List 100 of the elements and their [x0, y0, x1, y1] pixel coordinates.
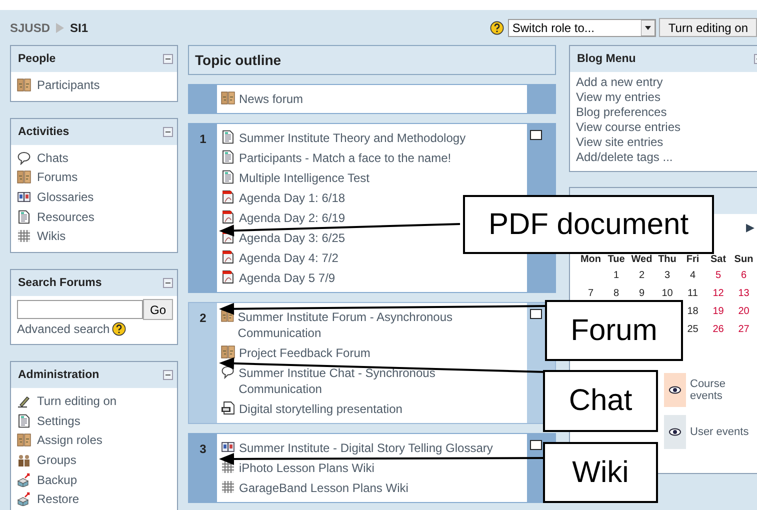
- breadcrumb-current: SI1: [70, 20, 88, 34]
- activity-link[interactable]: Agenda Day 4: 7/2: [221, 250, 338, 266]
- activity-link[interactable]: Multiple Intelligence Test: [221, 170, 370, 186]
- highlight-toggle[interactable]: [530, 309, 542, 319]
- calendar-day[interactable]: 20: [731, 306, 756, 319]
- pencil-icon: [17, 394, 31, 408]
- calendar-day[interactable]: 18: [680, 306, 706, 319]
- collapse-icon[interactable]: [163, 126, 173, 137]
- calendar-day[interactable]: 7: [578, 288, 604, 301]
- collapse-icon[interactable]: [163, 54, 173, 64]
- legend-swatch[interactable]: [664, 415, 686, 449]
- legend-swatch[interactable]: [664, 373, 686, 407]
- activity-link[interactable]: Agenda Day 5 7/9: [221, 270, 336, 286]
- help-icon[interactable]: [490, 20, 504, 34]
- calendar-day[interactable]: 12: [706, 288, 731, 301]
- document-icon: [221, 150, 235, 164]
- pdf-icon: [221, 210, 235, 224]
- activity-link[interactable]: Digital storytelling presentation: [221, 401, 402, 417]
- book-icon: [221, 440, 235, 454]
- activity-link[interactable]: GarageBand Lesson Plans Wiki: [221, 480, 408, 496]
- block-link[interactable]: Glossaries: [17, 187, 173, 207]
- role-select[interactable]: Switch role to...: [508, 18, 656, 36]
- calendar-day[interactable]: 9: [629, 288, 654, 301]
- block-link[interactable]: Assign roles: [17, 430, 173, 450]
- blog-link[interactable]: View my entries: [576, 90, 757, 105]
- block-link[interactable]: Turn editing on: [17, 391, 173, 411]
- weekday-label: Thu: [657, 254, 678, 265]
- calendar-day[interactable]: 25: [680, 324, 706, 337]
- pdf-icon: [221, 270, 235, 284]
- block-link[interactable]: Backup: [17, 470, 173, 490]
- topic-outline-title: Topic outline: [188, 45, 556, 75]
- legend-label: User events: [690, 426, 750, 438]
- callout-label: PDF document: [463, 195, 714, 254]
- block-link[interactable]: Chats: [17, 148, 173, 168]
- block-title: Activities: [18, 126, 70, 138]
- calendar-day[interactable]: 19: [706, 306, 731, 319]
- calendar-day[interactable]: 8: [604, 288, 629, 301]
- turn-editing-on-button[interactable]: Turn editing on: [659, 18, 757, 37]
- activity-link[interactable]: Project Feedback Forum: [221, 345, 370, 361]
- pdf-icon: [221, 250, 235, 264]
- activity-link[interactable]: Agenda Day 1: 6/18: [221, 190, 346, 206]
- advanced-search-link[interactable]: Advanced search: [17, 322, 126, 336]
- legend-label: Course events: [690, 378, 726, 402]
- callout-label: Forum: [545, 300, 683, 361]
- group-icon: [17, 453, 31, 468]
- calendar-day[interactable]: 26: [706, 324, 731, 337]
- activity-link[interactable]: Summer Institute - Digital Story Telling Glossary: [221, 440, 493, 456]
- media-file-icon: [221, 401, 235, 415]
- highlight-toggle[interactable]: [530, 130, 542, 140]
- document-icon: [17, 210, 31, 224]
- next-month-link[interactable]: ▶: [746, 220, 754, 234]
- blog-link[interactable]: View site entries: [576, 135, 757, 150]
- activity-link[interactable]: Summer Institute Theory and Methodology: [221, 130, 466, 146]
- activity-link[interactable]: Agenda Day 2: 6/19: [221, 210, 346, 226]
- weekday-label: Mon: [579, 254, 602, 265]
- weekday-label: Sat: [709, 254, 728, 265]
- calendar-day[interactable]: 11: [680, 288, 706, 301]
- calendar-day[interactable]: 13: [731, 288, 756, 301]
- collapse-icon[interactable]: [163, 278, 173, 288]
- grid-icon: [221, 480, 235, 494]
- help-icon[interactable]: [112, 322, 126, 336]
- block-title: Administration: [18, 369, 100, 382]
- blog-link[interactable]: Add a new entry: [576, 75, 757, 90]
- blog-link[interactable]: Blog preferences: [576, 105, 757, 120]
- calendar-day[interactable]: 6: [731, 270, 756, 283]
- block-link[interactable]: Forums: [17, 167, 173, 188]
- calendar-day[interactable]: 27: [731, 324, 756, 337]
- activity-link[interactable]: Summer Institue Chat - Synchronous Communication: [221, 365, 513, 397]
- block-link[interactable]: Groups: [17, 450, 173, 470]
- go-button[interactable]: Go: [143, 299, 174, 320]
- weekday-label: Wed: [630, 254, 654, 265]
- block-link[interactable]: Settings: [17, 410, 173, 430]
- grid-icon: [17, 229, 31, 244]
- document-icon: [221, 130, 235, 144]
- dropdown-icon: [641, 20, 656, 36]
- activity-link[interactable]: Participants - Match a face to the name!: [221, 150, 452, 166]
- calendar-day[interactable]: 2: [629, 270, 654, 283]
- calendar-day[interactable]: 10: [654, 288, 680, 301]
- block-link[interactable]: Restore: [17, 490, 173, 510]
- activity-link[interactable]: News forum: [221, 91, 304, 107]
- block-link[interactable]: Wikis: [17, 226, 173, 246]
- document-icon: [221, 170, 235, 184]
- speech-bubble-icon: [17, 150, 31, 165]
- search-field[interactable]: [17, 300, 143, 320]
- eye-icon: [669, 386, 681, 394]
- collapse-icon[interactable]: [163, 370, 173, 380]
- calendar-day[interactable]: 4: [680, 270, 706, 283]
- box-icon: [17, 472, 31, 487]
- eye-icon: [669, 428, 681, 436]
- calendar-day[interactable]: 3: [654, 270, 680, 283]
- block-link[interactable]: Resources: [17, 206, 173, 226]
- document-icon: [17, 414, 31, 428]
- speech-bubble-icon: [221, 365, 235, 379]
- highlight-toggle[interactable]: [530, 440, 542, 450]
- block-link[interactable]: Participants: [17, 75, 173, 95]
- calendar-day[interactable]: 1: [604, 270, 629, 283]
- breadcrumb-link[interactable]: SJUSD: [10, 20, 50, 34]
- blog-link[interactable]: Add/delete tags ...: [576, 150, 757, 165]
- blog-link[interactable]: View course entries: [576, 120, 757, 135]
- calendar-day[interactable]: 5: [706, 270, 731, 283]
